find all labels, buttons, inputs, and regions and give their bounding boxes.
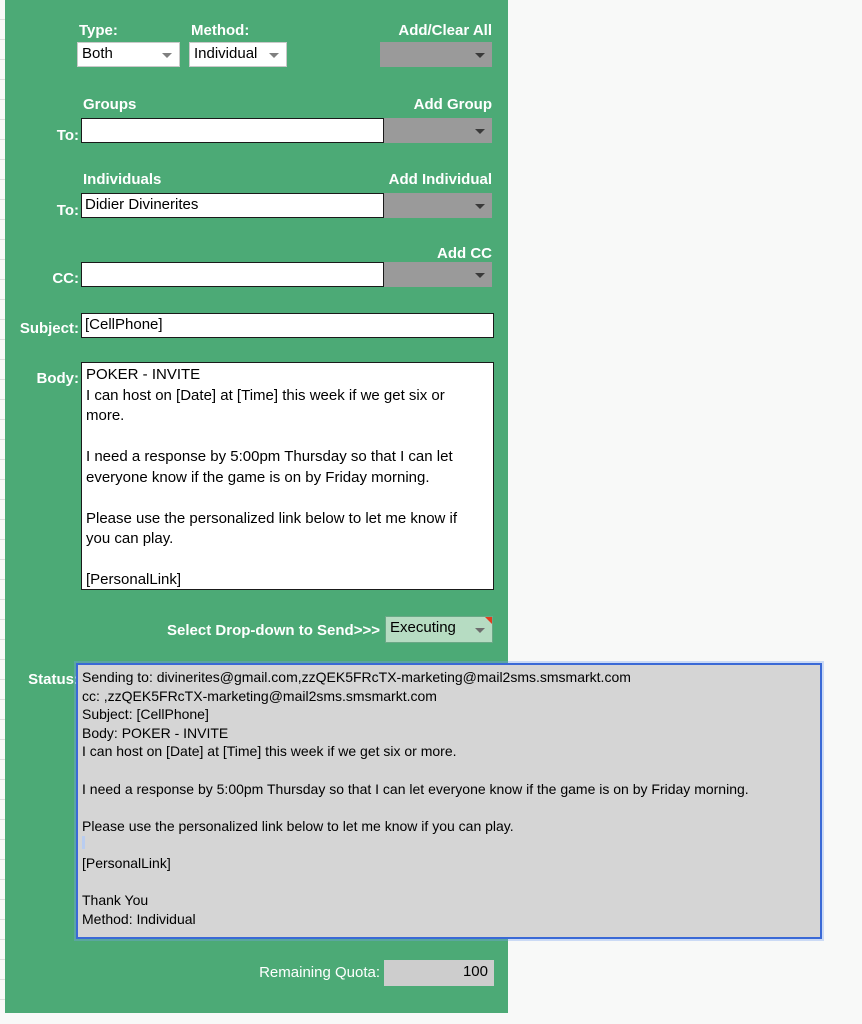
cell-note-marker-icon bbox=[485, 617, 492, 624]
method-dropdown-value: Individual bbox=[194, 45, 258, 62]
add-group-label: Add Group bbox=[413, 96, 492, 113]
body-textarea[interactable]: POKER - INVITE I can host on [Date] at [… bbox=[81, 362, 494, 590]
subject-label: Subject: bbox=[19, 320, 79, 337]
status-output[interactable]: Sending to: divinerites@gmail.com,zzQEK5… bbox=[76, 663, 822, 939]
add-group-button[interactable] bbox=[384, 118, 492, 143]
add-clear-all-label: Add/Clear All bbox=[398, 22, 492, 39]
individuals-to-label: To: bbox=[56, 202, 79, 219]
method-dropdown[interactable]: Individual bbox=[189, 42, 287, 67]
remaining-quota-label: Remaining Quota: bbox=[259, 964, 380, 981]
chevron-down-icon bbox=[162, 52, 172, 58]
text-caret bbox=[82, 836, 85, 849]
body-label: Body: bbox=[36, 370, 80, 387]
chevron-down-icon bbox=[475, 272, 485, 278]
chevron-down-icon bbox=[475, 203, 485, 209]
subject-input[interactable]: [CellPhone] bbox=[81, 313, 494, 338]
groups-to-input[interactable] bbox=[81, 118, 384, 143]
cc-label: CC: bbox=[52, 270, 79, 287]
cc-input[interactable] bbox=[81, 262, 384, 287]
add-cc-label: Add CC bbox=[437, 245, 492, 262]
groups-to-label: To: bbox=[56, 127, 79, 144]
send-action-dropdown[interactable]: Executing bbox=[385, 616, 493, 643]
chevron-down-icon bbox=[475, 627, 485, 633]
chevron-down-icon bbox=[475, 128, 485, 134]
add-individual-label: Add Individual bbox=[388, 171, 492, 188]
type-dropdown-value: Both bbox=[82, 45, 113, 62]
chevron-down-icon bbox=[269, 52, 279, 58]
add-individual-button[interactable] bbox=[384, 193, 492, 218]
chevron-down-icon bbox=[475, 52, 485, 58]
add-cc-button[interactable] bbox=[384, 262, 492, 287]
type-dropdown[interactable]: Both bbox=[77, 42, 180, 67]
send-prompt-label: Select Drop-down to Send>>> bbox=[167, 622, 380, 639]
add-clear-all-button[interactable] bbox=[380, 42, 492, 67]
individuals-header: Individuals bbox=[83, 171, 162, 188]
status-label: Status: bbox=[28, 671, 79, 688]
groups-header: Groups bbox=[83, 96, 137, 113]
send-action-value: Executing bbox=[390, 619, 456, 636]
individuals-to-input[interactable]: Didier Divinerites bbox=[81, 193, 384, 218]
type-label: Type: bbox=[79, 22, 118, 39]
remaining-quota-value: 100 bbox=[384, 960, 494, 986]
method-label: Method: bbox=[191, 22, 250, 39]
